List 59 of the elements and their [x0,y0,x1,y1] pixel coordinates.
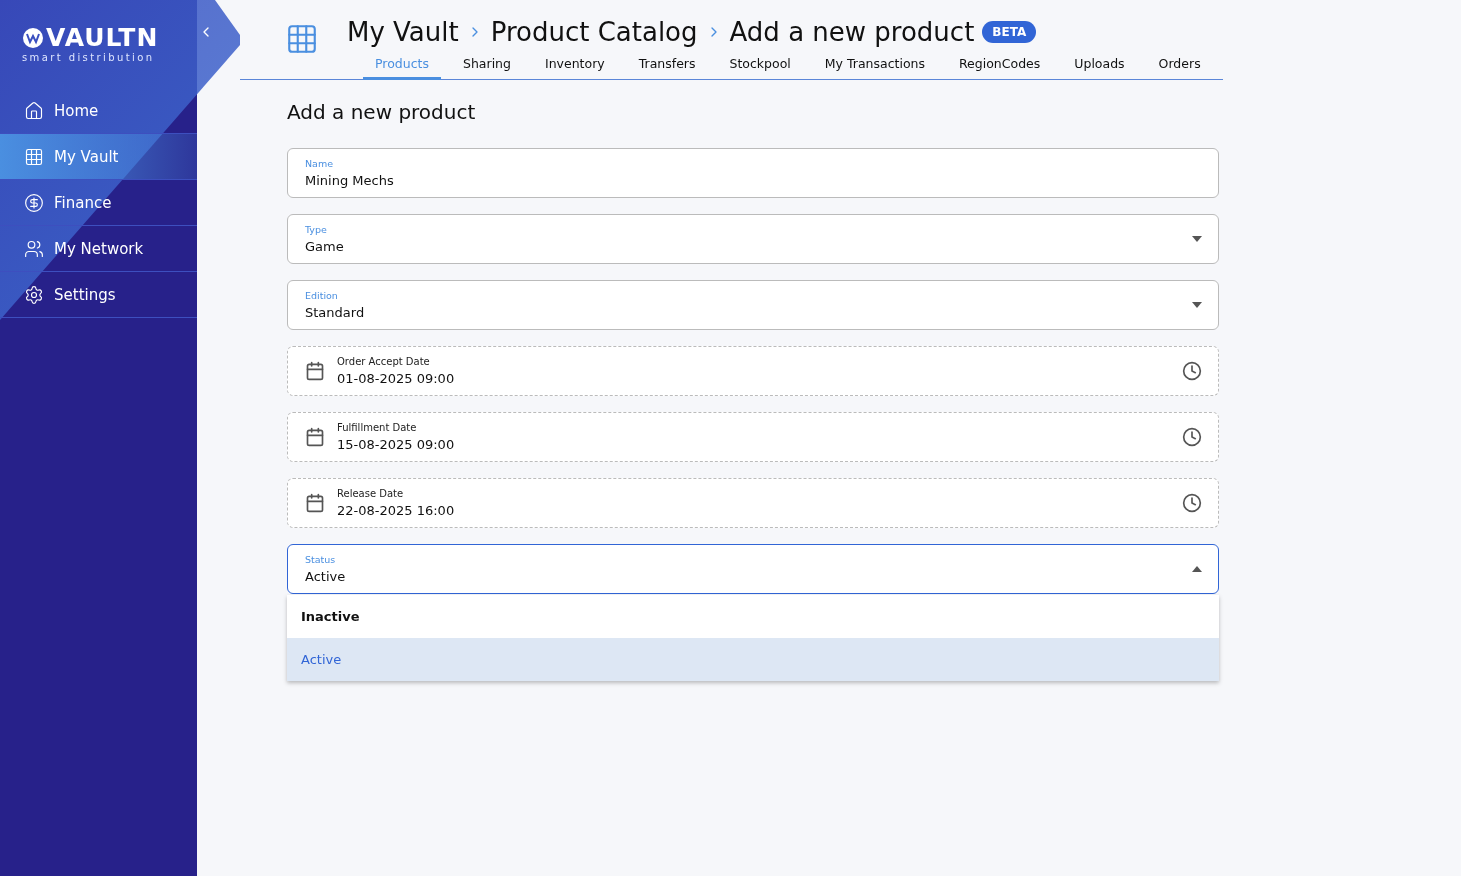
field-value: Active [305,569,347,584]
nav-tab[interactable]: Uploads [1062,51,1137,80]
clock-icon[interactable] [1182,493,1202,513]
field-value: 01-08-2025 09:00 [337,371,456,386]
field-label: Order Accept Date [337,356,431,367]
nav-tab[interactable]: Orders [1146,51,1213,80]
logo-icon [22,27,44,49]
field-label: Status [305,554,337,565]
date-field[interactable]: Order Accept Date 01-08-2025 09:00 [287,346,1219,396]
people-icon [24,238,44,259]
sidebar-item[interactable]: My Vault [0,134,197,180]
settings-icon [24,284,44,305]
field-value: Game [305,239,345,254]
sidebar-item[interactable]: My Network [0,226,197,272]
nav-tab[interactable]: My Transactions [812,51,937,80]
calendar-icon [305,493,325,513]
calendar-icon [305,361,325,381]
date-field[interactable]: Release Date 22-08-2025 16:00 [287,478,1219,528]
field-label: Name [305,158,335,169]
caret-icon [1192,566,1202,572]
clock-icon[interactable] [1182,427,1202,447]
grid-icon [24,146,44,167]
clock-icon[interactable] [1182,361,1202,381]
coin-icon [24,192,44,213]
sidebar-item[interactable]: Finance [0,180,197,226]
breadcrumb-item[interactable]: Product Catalog [490,17,698,47]
sidebar-item[interactable]: Home [0,88,197,134]
home-icon [24,100,44,121]
logo-text: VAULTN [46,26,159,50]
caret-icon [1192,236,1202,242]
breadcrumb-item[interactable]: My Vault [347,17,459,47]
input-field[interactable]: Name Mining Mechs [287,148,1219,198]
field-label: Edition [305,290,339,301]
select-field[interactable]: Type Game [287,214,1219,264]
select-field[interactable]: Edition Standard [287,280,1219,330]
field-label: Fulfillment Date [337,422,418,433]
menu-option[interactable]: Active [287,638,1219,681]
field-value: 15-08-2025 09:00 [337,437,456,452]
breadcrumb-item: Add a new product [729,17,975,47]
nav-tab[interactable]: Inventory [533,51,617,80]
field-value: Mining Mechs [305,173,395,188]
select-field[interactable]: Status Active [287,544,1219,594]
nav-tab[interactable]: Transfers [626,51,708,80]
field-value: 22-08-2025 16:00 [337,503,456,518]
nav-tab[interactable]: RegionCodes [947,51,1053,80]
field-label: Type [305,224,328,235]
caret-icon [1192,302,1202,308]
grid-icon [285,22,319,56]
calendar-icon [305,427,325,447]
nav-tab[interactable]: Sharing [451,51,523,80]
logo-tagline: smart distribution [22,52,156,63]
sidebar-item[interactable]: Settings [0,272,197,318]
beta-badge: BETA [982,21,1037,43]
field-value: Standard [305,305,366,320]
form-title: Add a new product [287,100,477,124]
date-field[interactable]: Fulfillment Date 15-08-2025 09:00 [287,412,1219,462]
nav-tab[interactable]: Stockpool [717,51,803,80]
menu-option[interactable]: Inactive [287,595,1219,638]
field-label: Release Date [337,488,405,499]
